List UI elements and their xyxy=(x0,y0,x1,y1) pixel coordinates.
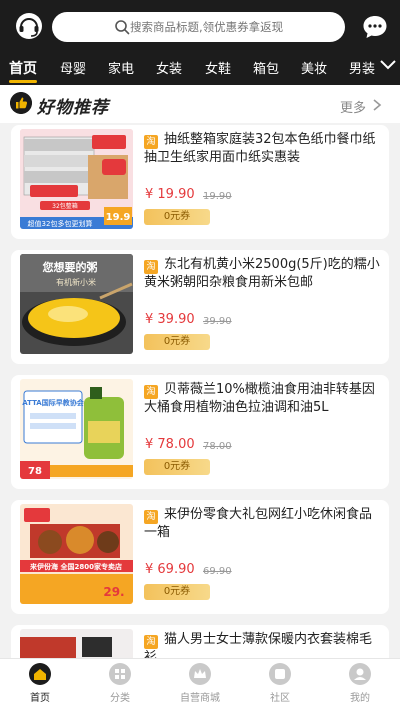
product-card[interactable]: ATTA国际早教协会 78 淘 贝蒂薇兰10%橄榄油食用油非转基因大桶食用植物油… xyxy=(11,375,389,489)
original-price: 39.90 xyxy=(203,316,232,327)
more-link[interactable]: 更多 xyxy=(340,97,366,116)
home-icon xyxy=(29,663,51,685)
product-price: ¥ 69.90 xyxy=(145,562,195,577)
chevron-down-icon[interactable] xyxy=(379,58,397,72)
nav-profile[interactable]: 我的 xyxy=(330,663,390,704)
tab-womens-shoes[interactable]: 女鞋 xyxy=(205,58,231,77)
message-icon[interactable] xyxy=(361,13,389,41)
search-icon xyxy=(115,20,130,35)
svg-text:78: 78 xyxy=(28,466,42,477)
category-icon xyxy=(109,663,131,685)
community-icon xyxy=(269,663,291,685)
original-price: 19.90 xyxy=(203,191,232,202)
product-card[interactable]: 32包整箱 超值32包多包更划算 19.9 淘 抽纸整箱家庭装32包本色纸巾餐巾… xyxy=(11,125,389,239)
tab-mens-clothing[interactable]: 男装 xyxy=(349,58,375,77)
customer-service-icon[interactable] xyxy=(12,10,46,44)
product-image[interactable]: 您想要的粥 有机新小米 xyxy=(20,254,133,354)
product-title[interactable]: 东北有机黄小米2500g(5斤)吃的糯小黄米粥朝阳杂粮食用新米包邮 xyxy=(144,256,380,292)
active-tab-indicator xyxy=(9,80,37,83)
tab-womens-clothing[interactable]: 女装 xyxy=(156,58,182,77)
tab-bags[interactable]: 箱包 xyxy=(253,58,279,77)
snack-box-image: 来伊份海 全国2800家专卖店 29. xyxy=(20,504,133,604)
section-title: 好物推荐 xyxy=(37,98,109,118)
crown-icon xyxy=(189,663,211,685)
millet-porridge-image: 您想要的粥 有机新小米 xyxy=(20,254,133,354)
product-price: ¥ 19.90 xyxy=(145,187,195,202)
category-tabs: 首页 母婴 家电 女装 女鞋 箱包 美妆 男装 xyxy=(0,52,400,84)
chevron-right-icon[interactable] xyxy=(372,98,382,112)
bottom-navigation: 首页 分类 自营商城 社区 我的 xyxy=(0,658,400,710)
svg-text:32包整箱: 32包整箱 xyxy=(52,202,78,210)
coupon-badge[interactable]: 0元券 xyxy=(144,584,210,600)
search-bar[interactable] xyxy=(52,12,345,42)
tab-appliances[interactable]: 家电 xyxy=(108,58,134,77)
tab-home[interactable]: 首页 xyxy=(9,58,37,78)
product-price: ¥ 78.00 xyxy=(145,437,195,452)
product-title[interactable]: 抽纸整箱家庭装32包本色纸巾餐巾纸抽卫生纸家用面巾纸实惠装 xyxy=(144,131,380,167)
original-price: 69.90 xyxy=(203,566,232,577)
nav-label: 我的 xyxy=(350,693,370,704)
product-image[interactable]: 32包整箱 超值32包多包更划算 19.9 xyxy=(20,129,133,229)
nav-label: 分类 xyxy=(110,693,130,704)
nav-label: 自营商城 xyxy=(180,693,220,704)
product-card[interactable]: 来伊份海 全国2800家专卖店 29. 淘 来伊份零食大礼包网红小吃休闲食品一箱… xyxy=(11,500,389,614)
tab-beauty[interactable]: 美妆 xyxy=(301,58,327,77)
product-title[interactable]: 贝蒂薇兰10%橄榄油食用油非转基因大桶食用植物油色拉油调和油5L xyxy=(144,381,380,417)
product-card[interactable]: 您想要的粥 有机新小米 淘 东北有机黄小米2500g(5斤)吃的糯小黄米粥朝阳杂… xyxy=(11,250,389,364)
svg-text:29.: 29. xyxy=(103,585,124,599)
svg-text:19.9: 19.9 xyxy=(106,212,131,223)
coupon-badge[interactable]: 0元券 xyxy=(144,459,210,475)
search-input[interactable] xyxy=(130,20,345,34)
product-price: ¥ 39.90 xyxy=(145,312,195,327)
product-image[interactable]: ATTA国际早教协会 78 xyxy=(20,379,133,479)
svg-text:您想要的粥: 您想要的粥 xyxy=(43,260,98,274)
app-header: 首页 母婴 家电 女装 女鞋 箱包 美妆 男装 xyxy=(0,0,400,85)
nav-category[interactable]: 分类 xyxy=(90,663,150,704)
profile-icon xyxy=(349,663,371,685)
svg-text:来伊份海 全国2800家专卖店: 来伊份海 全国2800家专卖店 xyxy=(29,562,122,571)
tab-maternal[interactable]: 母婴 xyxy=(60,58,86,77)
nav-community[interactable]: 社区 xyxy=(250,663,310,704)
svg-text:超值32包多包更划算: 超值32包多包更划算 xyxy=(28,219,93,228)
nav-label: 社区 xyxy=(270,693,290,704)
product-image[interactable]: 来伊份海 全国2800家专卖店 29. xyxy=(20,504,133,604)
nav-label: 首页 xyxy=(30,693,50,704)
thumbs-up-icon xyxy=(10,92,32,114)
nav-self-mall[interactable]: 自营商城 xyxy=(170,663,230,704)
tissue-box-image: 32包整箱 超值32包多包更划算 19.9 xyxy=(20,129,133,229)
original-price: 78.00 xyxy=(203,441,232,452)
coupon-badge[interactable]: 0元券 xyxy=(144,334,210,350)
olive-oil-image: ATTA国际早教协会 78 xyxy=(20,379,133,479)
coupon-badge[interactable]: 0元券 xyxy=(144,209,210,225)
product-title[interactable]: 来伊份零食大礼包网红小吃休闲食品一箱 xyxy=(144,506,380,542)
svg-text:有机新小米: 有机新小米 xyxy=(56,277,96,287)
nav-home[interactable]: 首页 xyxy=(10,663,70,704)
svg-text:ATTA国际早教协会: ATTA国际早教协会 xyxy=(22,398,84,407)
